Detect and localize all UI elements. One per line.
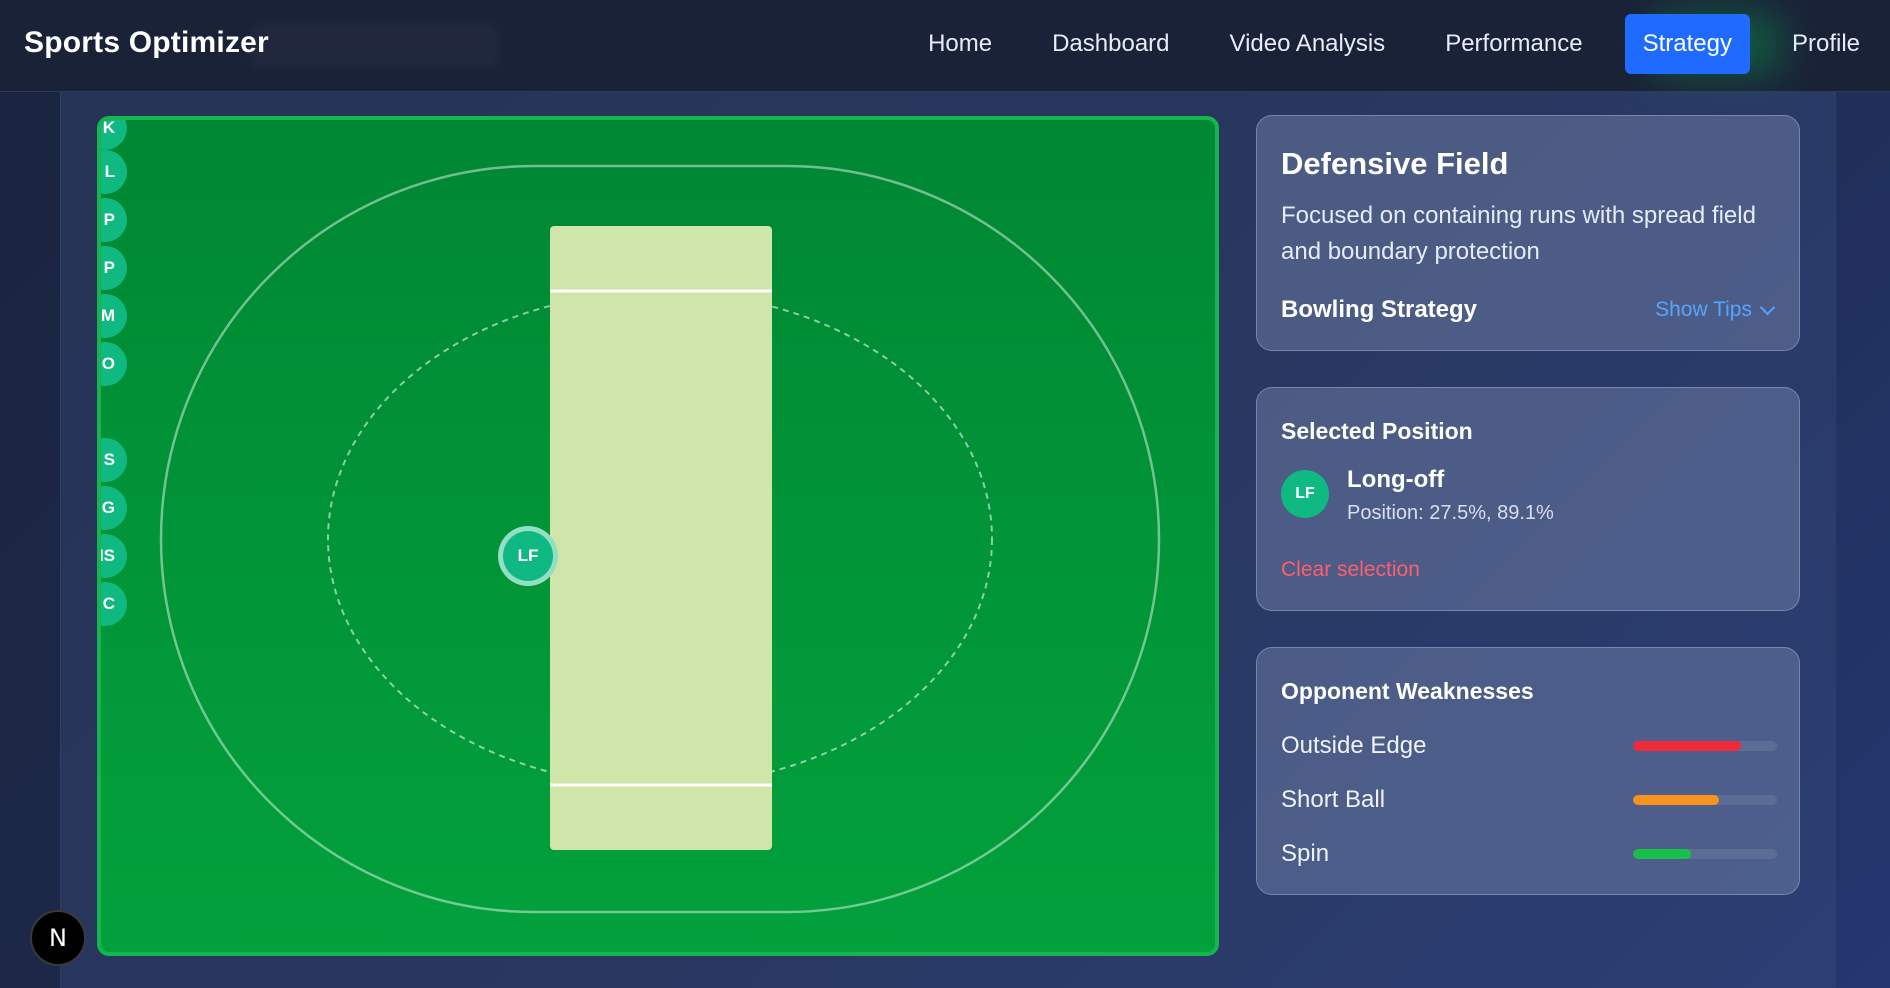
position-name: Long-off — [1347, 466, 1445, 493]
brand-logo[interactable]: Sports Optimizer — [24, 26, 269, 60]
weakness-row: Short Ball — [1281, 785, 1777, 815]
weakness-label: Spin — [1281, 840, 1330, 867]
nav-dashboard[interactable]: Dashboard — [1022, 14, 1199, 74]
strategy-panel: Defensive Field Focused on containing ru… — [1256, 115, 1800, 351]
chevron-down-icon — [1759, 299, 1776, 315]
weakness-row: Outside Edge — [1281, 731, 1777, 761]
selected-fielder-marker[interactable]: LF — [498, 526, 558, 586]
position-badge: LF — [1281, 470, 1329, 518]
bowling-strategy-label: Bowling Strategy — [1281, 296, 1478, 323]
dev-tools-badge[interactable]: N — [30, 910, 86, 966]
weaknesses-title: Opponent Weaknesses — [1281, 678, 1534, 704]
weakness-label: Short Ball — [1281, 786, 1386, 813]
show-tips-button[interactable]: Show Tips — [1655, 298, 1776, 322]
clear-selection-link[interactable]: Clear selection — [1281, 558, 1420, 582]
weakness-bar — [1633, 795, 1777, 805]
weakness-row: Spin — [1281, 839, 1777, 869]
nav-menu: Home Dashboard Video Analysis Performanc… — [898, 14, 1890, 74]
weakness-fill — [1633, 741, 1741, 751]
nav-profile[interactable]: Profile — [1762, 14, 1890, 74]
nav-strategy[interactable]: Strategy — [1624, 14, 1750, 74]
field-markings — [159, 164, 1161, 914]
weakness-fill — [1633, 849, 1691, 859]
weakness-bar — [1633, 741, 1777, 751]
pitch — [550, 226, 772, 850]
selected-position-panel: Selected Position LF Long-off Position: … — [1256, 387, 1800, 611]
position-coordinates: Position: 27.5%, 89.1% — [1347, 502, 1554, 524]
weakness-fill — [1633, 795, 1720, 805]
nav-home[interactable]: Home — [898, 14, 1022, 74]
strategy-description: Focused on containing runs with spread f… — [1281, 202, 1756, 265]
app-root: Sports Optimizer Home Dashboard Video An… — [0, 0, 1890, 988]
show-tips-label: Show Tips — [1655, 298, 1752, 321]
nav-performance[interactable]: Performance — [1415, 14, 1612, 74]
blurred-region — [250, 24, 500, 68]
weakness-label: Outside Edge — [1281, 732, 1427, 759]
strategy-title: Defensive Field — [1281, 146, 1509, 181]
cricket-field[interactable]: K L P P M O S G IS C LF — [97, 116, 1219, 956]
navbar: Sports Optimizer Home Dashboard Video An… — [0, 0, 1890, 92]
selected-position-title: Selected Position — [1281, 418, 1473, 444]
weakness-bar — [1633, 849, 1777, 859]
opponent-weaknesses-panel: Opponent Weaknesses Outside Edge Short B… — [1256, 647, 1800, 895]
nav-video-analysis[interactable]: Video Analysis — [1200, 14, 1416, 74]
